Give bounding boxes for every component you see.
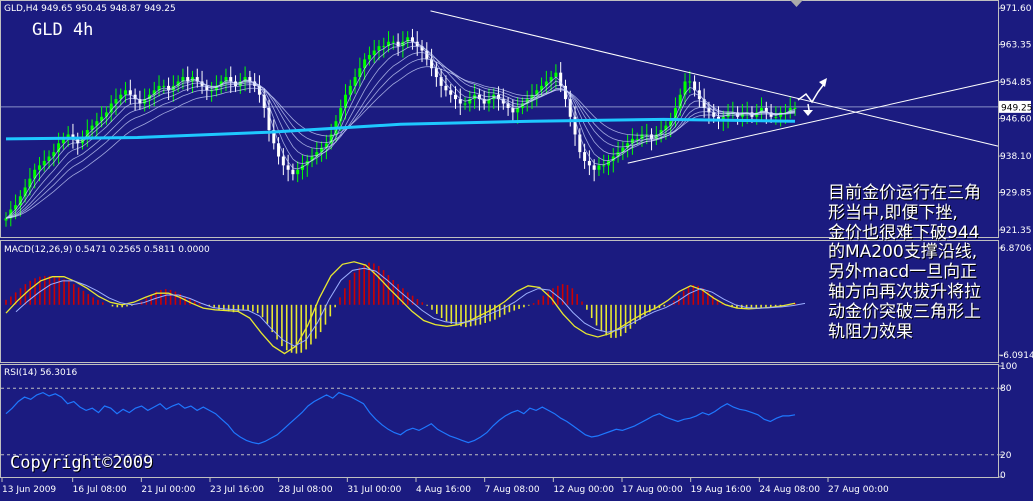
time-tick-label: 21 Jul 00:00: [141, 485, 195, 495]
time-tick-label: 23 Jul 16:00: [210, 485, 264, 495]
time-tick-label: 17 Aug 00:00: [622, 485, 683, 495]
candle-body: [377, 46, 381, 51]
time-tick-label: 16 Jul 08:00: [73, 485, 127, 495]
time-tick-label: 13 Jun 2009: [2, 485, 56, 495]
candle-body: [554, 72, 558, 78]
price-tick-label: 946.60: [1000, 115, 1032, 125]
candle-body: [281, 156, 285, 166]
candle-body: [597, 165, 601, 170]
rsi-tick-label: 0: [1000, 471, 1006, 481]
rsi-tick-label: 20: [1000, 451, 1012, 461]
chart-window: GLD,H4 949.65 950.45 948.87 949.25 971.60…: [0, 0, 1033, 497]
analysis-annotation: 目前金价运行在三角 形当中,即便下挫, 金价也很难下破944 的MA200支撑沿…: [828, 183, 1032, 342]
candle-body: [583, 152, 587, 161]
copyright-watermark: Copyright©2009: [10, 453, 154, 473]
price-tick-label: 954.85: [1000, 78, 1032, 88]
candle-body: [449, 90, 453, 95]
price-tick-label: 971.60: [1000, 4, 1032, 14]
annotation-line: 动金价突破三角形上: [828, 301, 981, 322]
time-tick-label: 24 Aug 08:00: [759, 485, 820, 495]
annotation-line: 另外macd一旦向正: [828, 262, 978, 283]
candle-body: [592, 165, 596, 170]
annotation-line: 目前金价运行在三角: [828, 183, 981, 203]
candle-body: [348, 85, 352, 95]
candle-body: [688, 81, 692, 83]
time-tick-label: 12 Aug 00:00: [553, 485, 614, 495]
candle-body: [344, 94, 348, 108]
candle-body: [124, 90, 128, 95]
candle-body: [372, 50, 376, 55]
candle-body: [391, 41, 395, 43]
candle-body: [296, 169, 300, 175]
candle-body: [578, 134, 582, 153]
time-tick-label: 7 Aug 08:00: [485, 485, 540, 495]
candle-body: [774, 116, 778, 118]
candle-body: [367, 54, 371, 60]
annotation-line: 轴方向再次拔升将拉: [828, 281, 981, 302]
time-tick-label: 27 Aug 00:00: [828, 485, 889, 495]
rsi-tick-label: 80: [1000, 384, 1012, 394]
candle-body: [42, 160, 46, 166]
rsi-tick-label: 100: [1000, 362, 1017, 372]
current-price-label: 949.25: [1001, 103, 1033, 113]
chart-title: GLD 4h: [32, 20, 94, 40]
candle-body: [382, 46, 386, 48]
annotation-line: 轨阻力效果: [828, 321, 913, 342]
candle-body: [114, 99, 118, 104]
time-tick-label: 4 Aug 16:00: [416, 485, 471, 495]
annotation-line: 形当中,即便下挫,: [828, 202, 958, 223]
candle-body: [57, 143, 61, 153]
candle-body: [14, 205, 18, 210]
candle-body: [602, 165, 606, 167]
annotation-line: 的MA200支撑沿线,: [828, 242, 978, 263]
candle-body: [291, 169, 295, 175]
candle-body: [37, 165, 41, 170]
candle-body: [162, 85, 166, 87]
candle-body: [635, 138, 639, 140]
time-tick-label: 28 Jul 08:00: [279, 485, 333, 495]
macd-header: MACD(12,26,9) 0.5471 0.2565 0.5811 0.000…: [4, 245, 210, 255]
macd-tick-label: -6.0914: [1000, 351, 1033, 361]
candle-body: [463, 103, 467, 105]
candle-body: [128, 90, 132, 95]
price-tick-label: 938.10: [1000, 152, 1032, 162]
annotation-line: 金价也很难下破944: [828, 222, 980, 243]
candle-body: [4, 218, 8, 221]
price-header: GLD,H4 949.65 950.45 948.87 949.25: [4, 4, 176, 14]
candle-body: [587, 160, 591, 166]
price-tick-label: 963.35: [1000, 41, 1032, 51]
time-tick-label: 19 Aug 16:00: [691, 485, 752, 495]
candle-body: [286, 165, 290, 170]
candle-body: [396, 41, 400, 47]
rsi-header: RSI(14) 56.3016: [4, 368, 77, 378]
candle-body: [793, 107, 797, 109]
time-tick-label: 31 Jul 00:00: [347, 485, 401, 495]
candle-body: [444, 85, 448, 91]
